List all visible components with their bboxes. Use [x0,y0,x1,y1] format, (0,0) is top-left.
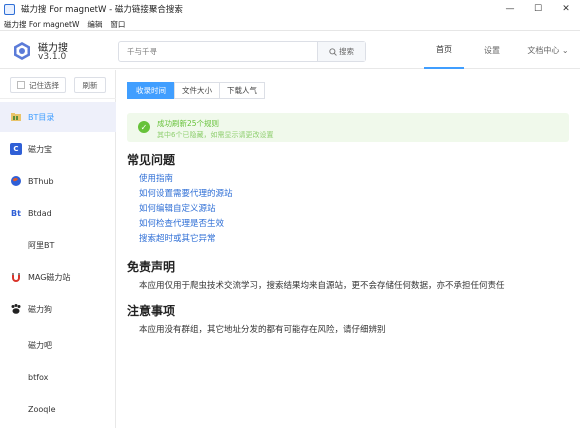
alert-description: 其中6个已隐藏，如需显示请更改设置 [157,131,274,139]
sidebar-item-label: BT目录 [28,112,55,122]
sidebar-item-label: BThub [28,176,54,186]
magnet-icon [10,271,22,283]
minimize-button[interactable]: — [496,0,524,18]
sort-tabs: 收录时间 文件大小 下载人气 [127,82,265,99]
globe-icon [10,175,22,187]
menu-edit[interactable]: 编辑 [87,19,102,30]
refresh-button[interactable]: 刷新 [74,77,106,93]
notice-text: 本应用没有群组，其它地址分发的都有可能存在风险，请仔细辨别 [139,325,386,335]
source-sidebar: 记住选择 刷新 BT目录 C 磁力宝 BThub Bt Btdad 阿里BT M… [0,70,116,428]
window-titlebar: 磁力搜 For magnetW - 磁力链接聚合搜索 — ☐ ✕ [0,0,580,18]
faq-link-custom-sites[interactable]: 如何编辑自定义源站 [139,202,216,214]
nav-docs[interactable]: 文档中心 ⌄ [516,31,580,69]
menu-window[interactable]: 窗口 [110,19,125,30]
top-nav: 首页 设置 文档中心 ⌄ [424,31,580,69]
sidebar-item-alibt[interactable]: 阿里BT [0,230,116,260]
sidebar-item-label: btfox [28,372,49,382]
sidebar-item-bt-directory[interactable]: BT目录 [0,102,116,132]
bt-folder-icon [10,111,22,123]
paw-icon [10,303,22,315]
success-alert: ✓ 成功刷新25个规则 其中6个已隐藏，如需显示请更改设置 [127,113,569,142]
sidebar-item-ciliba[interactable]: 磁力吧 [0,330,116,360]
search-button-label: 搜索 [339,47,354,56]
sidebar-divider [0,98,116,99]
menu-bar: 磁力搜 For magnetW 编辑 窗口 [0,18,580,31]
sidebar-item-label: 磁力吧 [28,340,52,350]
remember-selection-label: 记住选择 [29,80,59,90]
c-letter-icon: C [10,143,22,155]
alert-title: 成功刷新25个规则 [157,119,220,128]
sidebar-item-label: MAG磁力站 [28,272,71,282]
sidebar-item-mag[interactable]: MAG磁力站 [0,262,116,292]
sidebar-item-zooqle[interactable]: Zooqle [0,394,116,424]
sidebar-item-btdad[interactable]: Bt Btdad [0,198,116,228]
maximize-button[interactable]: ☐ [524,0,552,18]
sort-tab-time[interactable]: 收录时间 [127,82,175,99]
checkbox-icon [17,81,25,89]
sidebar-item-cilibao[interactable]: C 磁力宝 [0,134,116,164]
sidebar-item-bthub[interactable]: BThub [0,166,116,196]
faq-link-timeout[interactable]: 搜索超时或其它异常 [139,232,216,244]
app-window-icon [4,3,15,15]
bt-letter-icon: Bt [11,208,21,218]
nav-home[interactable]: 首页 [424,31,464,69]
check-circle-icon: ✓ [138,121,150,133]
sidebar-item-label: 磁力狗 [28,304,52,314]
menu-app[interactable]: 磁力搜 For magnetW [4,19,79,30]
faq-link-proxy-sites[interactable]: 如何设置需要代理的源站 [139,187,233,199]
sidebar-item-label: 阿里BT [28,240,55,250]
disclaimer-text: 本应用仅用于爬虫技术交流学习，搜索结果均来自源站，更不会存储任何数据，亦不承担任… [139,281,505,291]
search-icon [329,47,337,56]
app-logo-icon [14,42,30,60]
nav-settings[interactable]: 设置 [472,31,512,69]
sidebar-item-label: Btdad [28,208,52,218]
close-button[interactable]: ✕ [552,0,580,18]
faq-link-guide[interactable]: 使用指南 [139,172,173,184]
sidebar-item-label: Zooqle [28,404,56,414]
sort-tab-size[interactable]: 文件大小 [174,82,220,99]
sort-tab-popularity[interactable]: 下载人气 [219,82,265,99]
search-input[interactable] [119,42,317,61]
app-header: 磁力搜 v3.1.0 搜索 首页 设置 文档中心 ⌄ [0,31,580,69]
faq-link-check-proxy[interactable]: 如何检查代理是否生效 [139,217,224,229]
search-button[interactable]: 搜索 [317,42,365,61]
faq-heading: 常见问题 [127,153,176,167]
sidebar-item-btfox[interactable]: btfox [0,362,116,392]
sidebar-item-label: 磁力宝 [28,144,52,154]
search-box: 搜索 [118,41,366,62]
window-title: 磁力搜 For magnetW - 磁力链接聚合搜索 [21,5,183,15]
app-version: v3.1.0 [38,52,67,62]
main-content: 收录时间 文件大小 下载人气 ✓ 成功刷新25个规则 其中6个已隐藏，如需显示请… [117,70,580,428]
disclaimer-heading: 免责声明 [127,260,176,274]
remember-selection-checkbox[interactable]: 记住选择 [10,77,66,93]
sidebar-item-ciligou[interactable]: 磁力狗 [0,294,116,324]
notice-heading: 注意事项 [127,304,176,318]
